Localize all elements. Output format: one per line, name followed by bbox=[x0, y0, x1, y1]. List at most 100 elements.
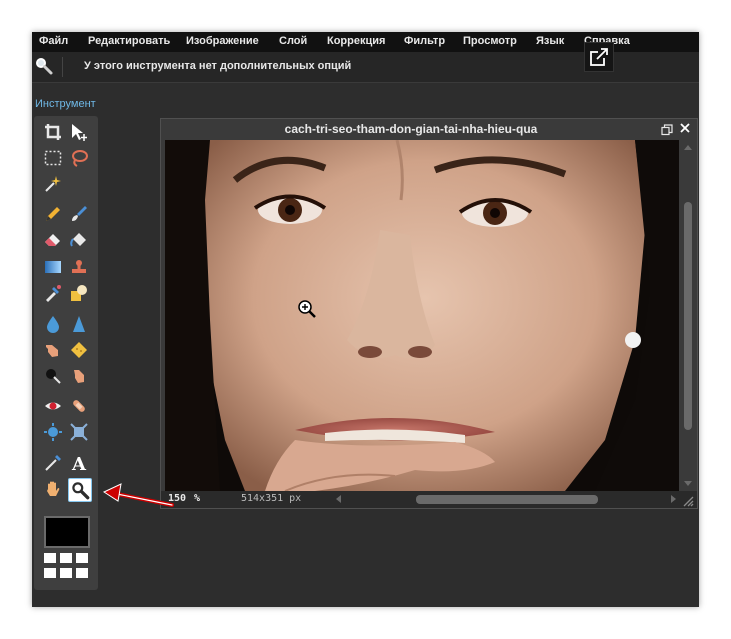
red-eye-tool[interactable] bbox=[43, 396, 63, 416]
zoom-icon bbox=[34, 56, 54, 76]
color-replace-tool[interactable] bbox=[43, 283, 63, 303]
sponge-tool[interactable] bbox=[69, 340, 89, 360]
menu-image[interactable]: Изображение bbox=[186, 35, 259, 47]
spot-heal-tool[interactable] bbox=[69, 396, 89, 416]
image-title: cach-tri-seo-tham-don-gian-tai-nha-hieu-… bbox=[284, 122, 538, 136]
grid-cell bbox=[44, 568, 56, 578]
hand-icon bbox=[47, 481, 60, 496]
pinch-tool[interactable] bbox=[69, 422, 89, 442]
restore-icon bbox=[661, 124, 673, 136]
crop-icon bbox=[45, 124, 61, 140]
gradient-tool[interactable] bbox=[43, 257, 63, 277]
grid-cell bbox=[76, 553, 88, 563]
eye-icon bbox=[45, 402, 61, 410]
pinch-icon bbox=[70, 423, 88, 441]
sponge-icon bbox=[71, 342, 87, 358]
portrait-photo bbox=[165, 140, 679, 491]
dodge-icon bbox=[46, 369, 61, 384]
paint-bucket-tool[interactable] bbox=[69, 230, 89, 250]
gradient-icon bbox=[45, 261, 61, 273]
move-icon bbox=[72, 124, 87, 141]
options-separator bbox=[62, 57, 63, 77]
vertical-scroll-thumb[interactable] bbox=[684, 202, 692, 430]
lasso-icon bbox=[72, 150, 88, 167]
zoom-level-value[interactable]: 150 bbox=[168, 493, 186, 504]
sharpen-icon bbox=[73, 316, 85, 332]
eraser-icon bbox=[45, 234, 60, 246]
grid-cell bbox=[60, 553, 72, 563]
close-button[interactable] bbox=[678, 121, 692, 135]
pencil-icon bbox=[46, 207, 60, 221]
shapes-icon bbox=[71, 285, 87, 301]
pencil-tool[interactable] bbox=[43, 204, 63, 224]
burn-hand-icon bbox=[74, 370, 84, 383]
text-icon: A bbox=[71, 454, 87, 473]
eraser-tool[interactable] bbox=[43, 230, 63, 250]
external-link-icon bbox=[590, 48, 608, 66]
marquee-tool[interactable] bbox=[43, 148, 63, 168]
brush-tool[interactable] bbox=[69, 204, 89, 224]
resize-grip-icon[interactable] bbox=[682, 495, 694, 507]
horizontal-scroll-thumb[interactable] bbox=[416, 495, 598, 504]
image-canvas[interactable] bbox=[165, 140, 679, 491]
menu-edit[interactable]: Редактировать bbox=[88, 35, 170, 47]
image-statusbar: 150 % 514x351 px bbox=[161, 491, 697, 508]
sharpen-tool[interactable] bbox=[69, 314, 89, 334]
bandage-icon bbox=[73, 400, 85, 412]
scroll-left-icon[interactable] bbox=[336, 495, 341, 503]
close-icon bbox=[680, 123, 690, 133]
blur-tool[interactable] bbox=[43, 314, 63, 334]
scroll-up-icon[interactable] bbox=[681, 142, 695, 152]
smudge-tool[interactable] bbox=[43, 340, 63, 360]
grid-cell bbox=[44, 553, 56, 563]
horizontal-scrollbar[interactable] bbox=[336, 494, 676, 505]
foreground-color-swatch[interactable] bbox=[44, 516, 90, 548]
menu-language[interactable]: Язык bbox=[536, 35, 564, 47]
magic-wand-icon bbox=[45, 176, 61, 192]
toolbox-label: Инструмент bbox=[35, 98, 96, 110]
eyedropper-icon bbox=[45, 455, 61, 471]
stamp-icon bbox=[72, 260, 86, 273]
menu-view[interactable]: Просмотр bbox=[463, 35, 517, 47]
clone-stamp-tool[interactable] bbox=[69, 257, 89, 277]
no-options-message: У этого инструмента нет дополнительных о… bbox=[84, 60, 352, 72]
scroll-right-icon[interactable] bbox=[671, 495, 676, 503]
smudge-hand-icon bbox=[46, 345, 58, 357]
scroll-down-icon[interactable] bbox=[681, 479, 695, 489]
bloat-icon bbox=[44, 423, 62, 441]
type-tool[interactable]: A bbox=[69, 453, 89, 473]
svg-text:A: A bbox=[71, 454, 87, 473]
image-window-titlebar[interactable]: cach-tri-seo-tham-don-gian-tai-nha-hieu-… bbox=[161, 119, 697, 139]
zoom-level-unit: % bbox=[194, 493, 201, 504]
menu-file[interactable]: Файл bbox=[39, 35, 68, 47]
photo-editor-app: Файл Редактировать Изображение Слой Корр… bbox=[32, 32, 699, 607]
menu-adjustment[interactable]: Коррекция bbox=[327, 35, 385, 47]
toolbox: A bbox=[34, 116, 98, 590]
color-replace-icon bbox=[46, 285, 61, 302]
color-picker-tool[interactable] bbox=[43, 453, 63, 473]
move-tool[interactable] bbox=[69, 122, 89, 142]
paint-bucket-icon bbox=[70, 233, 86, 247]
popout-button[interactable] bbox=[584, 42, 614, 72]
hand-tool[interactable] bbox=[43, 479, 63, 499]
zoom-tool[interactable] bbox=[68, 478, 92, 502]
image-window: cach-tri-seo-tham-don-gian-tai-nha-hieu-… bbox=[160, 118, 698, 509]
swatch-grid-button[interactable] bbox=[44, 553, 90, 581]
magic-wand-tool[interactable] bbox=[43, 174, 63, 194]
grid-cell bbox=[76, 568, 88, 578]
menu-layer[interactable]: Слой bbox=[279, 35, 307, 47]
menu-filter[interactable]: Фильтр bbox=[404, 35, 445, 47]
vertical-scrollbar[interactable] bbox=[681, 140, 695, 491]
lasso-tool[interactable] bbox=[69, 148, 89, 168]
restore-button[interactable] bbox=[661, 123, 673, 136]
blur-drop-icon bbox=[47, 316, 59, 333]
bloat-tool[interactable] bbox=[43, 422, 63, 442]
crop-tool[interactable] bbox=[43, 122, 63, 142]
dodge-tool[interactable] bbox=[43, 366, 63, 386]
image-dimensions: 514x351 px bbox=[241, 493, 302, 504]
drawing-tool[interactable] bbox=[69, 283, 89, 303]
burn-tool[interactable] bbox=[69, 366, 89, 386]
brush-icon bbox=[72, 206, 87, 221]
marquee-icon bbox=[44, 150, 62, 166]
zoom-tool-icon bbox=[72, 482, 90, 500]
